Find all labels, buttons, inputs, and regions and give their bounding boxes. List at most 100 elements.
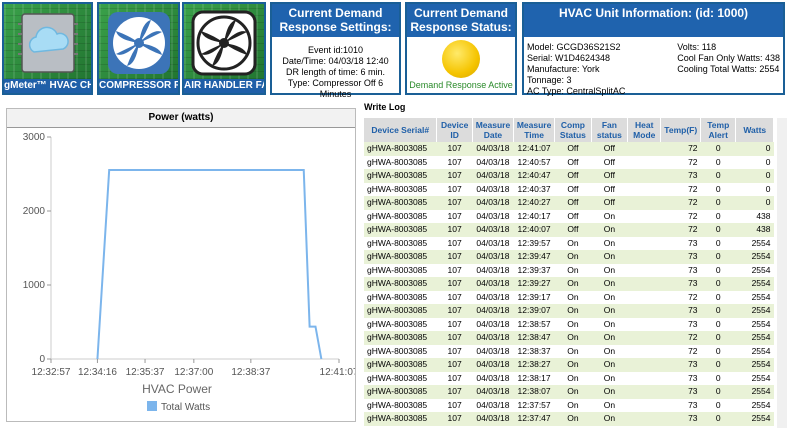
table-cell: 0 <box>735 155 774 169</box>
hvac-info-left: Model: GCGD36S21S2 Serial: W1D4624348 Ma… <box>527 42 625 97</box>
table-row[interactable]: gHWA-8003085 107 04/03/18 12:40:57 Off Off 72 0… <box>364 155 774 169</box>
table-cell: 107 <box>436 223 473 237</box>
table-cell: 73 <box>660 358 701 372</box>
table-cell: 0 <box>700 304 736 318</box>
dr-settings-body: Event id:1010 Date/Time: 04/03/18 12:40 … <box>272 37 399 102</box>
table-row[interactable]: gHWA-8003085 107 04/03/18 12:40:17 Off On 72 0 4… <box>364 209 774 223</box>
column-header[interactable]: Measure Date <box>472 118 515 142</box>
table-cell: 0 <box>700 223 736 237</box>
table-cell <box>627 304 661 318</box>
table-row[interactable]: gHWA-8003085 107 04/03/18 12:38:47 On On 72 0 25… <box>364 331 774 345</box>
tile-compressor-fan[interactable]: COMPRESSOR FAN <box>97 2 180 95</box>
table-row[interactable]: gHWA-8003085 107 04/03/18 12:39:17 On On 72 0 25… <box>364 290 774 304</box>
table-cell: 0 <box>700 331 736 345</box>
table-row[interactable]: gHWA-8003085 107 04/03/18 12:40:47 Off Off 73 0… <box>364 169 774 183</box>
tile-air-handler-fan[interactable]: AIR HANDLER FAN <box>182 2 266 95</box>
table-cell: 73 <box>660 317 701 331</box>
table-cell: gHWA-8003085 <box>364 182 437 196</box>
table-cell: 04/03/18 <box>472 331 514 345</box>
compressor-fan-icon <box>106 10 172 81</box>
column-header[interactable]: Temp Alert <box>700 118 737 142</box>
column-header[interactable]: Measure Time <box>513 118 556 142</box>
table-cell: Off <box>554 155 592 169</box>
table-cell: 04/03/18 <box>472 142 514 156</box>
table-cell: 72 <box>660 290 701 304</box>
table-cell: Off <box>591 155 628 169</box>
dr-settings-card: Current Demand Response Settings: Event … <box>270 2 401 99</box>
table-cell <box>627 250 661 264</box>
write-log-table-wrapper[interactable]: Device Serial# Device ID Measure Date Measu… <box>364 118 774 428</box>
table-cell: 107 <box>436 344 473 358</box>
table-row[interactable]: gHWA-8003085 107 04/03/18 12:40:37 Off Off 72 0… <box>364 182 774 196</box>
table-row[interactable]: gHWA-8003085 107 04/03/18 12:38:07 On On 73 0 25… <box>364 385 774 399</box>
y-tick-label: 2000 <box>23 206 46 217</box>
hvac-cooling-total-watts: Cooling Total Watts: 2554 <box>677 64 780 74</box>
table-cell: gHWA-8003085 <box>364 263 437 277</box>
hvac-info-title: HVAC Unit Information: (id: 1000) <box>524 4 783 37</box>
column-header[interactable]: Heat Mode <box>627 118 662 142</box>
table-row[interactable]: gHWA-8003085 107 04/03/18 12:40:07 Off On 72 0 4… <box>364 223 774 237</box>
table-cell: 2554 <box>735 304 774 318</box>
table-row[interactable]: gHWA-8003085 107 04/03/18 12:39:27 On On 73 0 25… <box>364 277 774 291</box>
column-header[interactable]: Device ID <box>436 118 473 142</box>
table-cell: 0 <box>700 344 736 358</box>
table-cell <box>627 412 661 426</box>
hvac-ac-type: AC Type: CentralSplitAC <box>527 86 626 96</box>
table-cell: 107 <box>436 142 473 156</box>
tile-gmeter-chip[interactable]: gMeter™ HVAC CHIP <box>2 2 93 95</box>
table-cell: Off <box>554 223 592 237</box>
table-row[interactable]: gHWA-8003085 107 04/03/18 12:37:47 On On 73 0 25… <box>364 412 774 426</box>
column-header[interactable]: Device Serial# <box>364 118 438 142</box>
table-cell: On <box>591 358 628 372</box>
table-cell: 107 <box>436 236 473 250</box>
table-row[interactable]: gHWA-8003085 107 04/03/18 12:39:57 On On 73 0 25… <box>364 236 774 250</box>
table-cell: On <box>554 398 592 412</box>
table-cell: 0 <box>700 209 736 223</box>
table-cell: 04/03/18 <box>472 223 514 237</box>
table-row[interactable]: gHWA-8003085 107 04/03/18 12:39:37 On On 73 0 25… <box>364 263 774 277</box>
vertical-scrollbar[interactable] <box>777 118 787 428</box>
table-cell: 04/03/18 <box>472 277 514 291</box>
table-cell: 73 <box>660 277 701 291</box>
table-cell: 12:40:07 <box>513 223 555 237</box>
table-cell: 73 <box>660 304 701 318</box>
tile-label: COMPRESSOR FAN <box>99 79 180 93</box>
table-cell: 0 <box>700 412 736 426</box>
table-cell: 2554 <box>735 358 774 372</box>
table-row[interactable]: gHWA-8003085 107 04/03/18 12:41:07 Off Off 72 0… <box>364 142 774 156</box>
table-cell: 2554 <box>735 290 774 304</box>
table-cell: 2554 <box>735 250 774 264</box>
table-row[interactable]: gHWA-8003085 107 04/03/18 12:39:47 On On 73 0 25… <box>364 250 774 264</box>
table-cell: On <box>591 263 628 277</box>
table-cell <box>627 344 661 358</box>
column-header[interactable]: Comp Status <box>554 118 592 142</box>
table-row[interactable]: gHWA-8003085 107 04/03/18 12:37:57 On On 73 0 25… <box>364 398 774 412</box>
table-row[interactable]: gHWA-8003085 107 04/03/18 12:38:27 On On 73 0 25… <box>364 358 774 372</box>
table-cell: 107 <box>436 358 473 372</box>
x-tick-label: 12:38:37 <box>231 367 270 378</box>
table-header-row: Device Serial# Device ID Measure Date Measu… <box>364 118 774 142</box>
table-cell: 0 <box>700 196 736 210</box>
air-handler-fan-icon <box>191 10 257 81</box>
table-cell: 438 <box>735 223 774 237</box>
column-header[interactable]: Fan status <box>591 118 629 142</box>
table-cell: On <box>591 223 628 237</box>
table-cell: 107 <box>436 412 473 426</box>
hvac-cool-fan-watts: Cool Fan Only Watts: 438 <box>677 53 780 63</box>
table-row[interactable]: gHWA-8003085 107 04/03/18 12:39:07 On On 73 0 25… <box>364 304 774 318</box>
table-cell: 12:39:07 <box>513 304 555 318</box>
column-header[interactable]: Watts <box>735 118 774 142</box>
table-cell: 12:39:47 <box>513 250 555 264</box>
table-cell: gHWA-8003085 <box>364 398 437 412</box>
dr-event-id: Event id:1010 <box>307 45 364 55</box>
table-row[interactable]: gHWA-8003085 107 04/03/18 12:38:17 On On 73 0 25… <box>364 371 774 385</box>
table-cell: 107 <box>436 371 473 385</box>
table-cell: 12:38:37 <box>513 344 555 358</box>
table-row[interactable]: gHWA-8003085 107 04/03/18 12:38:37 On On 72 0 25… <box>364 344 774 358</box>
table-row[interactable]: gHWA-8003085 107 04/03/18 12:38:57 On On 73 0 25… <box>364 317 774 331</box>
table-cell: 0 <box>700 358 736 372</box>
table-cell: 04/03/18 <box>472 344 514 358</box>
table-cell: 0 <box>735 182 774 196</box>
column-header[interactable]: Temp(F) <box>660 118 702 142</box>
table-row[interactable]: gHWA-8003085 107 04/03/18 12:40:27 Off Off 72 0… <box>364 196 774 210</box>
